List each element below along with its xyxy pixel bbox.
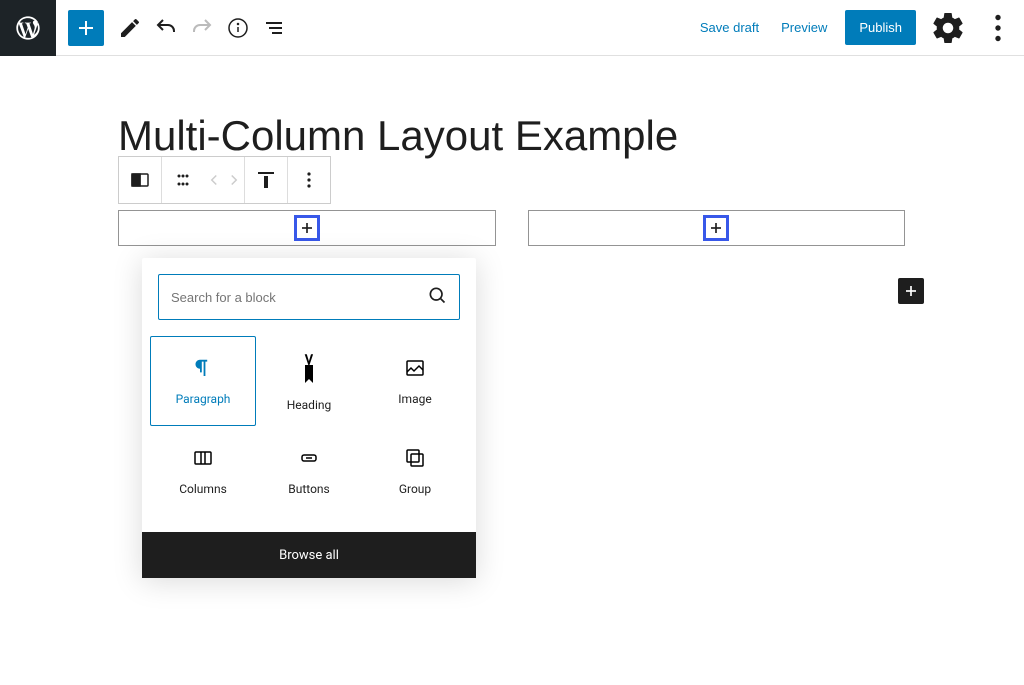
gear-icon — [930, 10, 966, 46]
group-icon — [403, 446, 427, 470]
more-vertical-icon — [297, 168, 321, 192]
block-option-heading[interactable]: Heading — [256, 336, 362, 426]
column-2-add-block[interactable] — [703, 215, 729, 241]
undo-icon — [154, 16, 178, 40]
image-icon — [403, 356, 427, 380]
info-button[interactable] — [220, 10, 256, 46]
column-2[interactable] — [528, 210, 906, 246]
list-view-button[interactable] — [256, 10, 292, 46]
toolbar-left-group — [56, 10, 292, 46]
buttons-icon — [297, 446, 321, 470]
block-option-columns[interactable]: Columns — [150, 426, 256, 516]
preview-button[interactable]: Preview — [777, 14, 831, 41]
plus-icon — [297, 218, 317, 238]
add-block-button[interactable] — [68, 10, 104, 46]
chevron-right-icon — [225, 171, 243, 189]
edit-mode-button[interactable] — [112, 10, 148, 46]
more-options-button[interactable] — [980, 10, 1016, 46]
save-draft-button[interactable]: Save draft — [696, 14, 763, 41]
plus-icon — [901, 281, 921, 301]
column-1-add-block[interactable] — [294, 215, 320, 241]
drag-handle-button[interactable] — [162, 157, 204, 203]
editor-canvas: Multi-Column Layout Example — [0, 56, 1024, 160]
block-appender[interactable] — [898, 278, 924, 304]
list-view-icon — [262, 16, 286, 40]
block-option-group[interactable]: Group — [362, 426, 468, 516]
plus-icon — [74, 16, 98, 40]
redo-icon — [190, 16, 214, 40]
bookmark-icon — [297, 362, 321, 386]
columns-icon — [191, 446, 215, 470]
block-option-image[interactable]: Image — [362, 336, 468, 426]
block-option-label: Buttons — [288, 482, 330, 496]
publish-button[interactable]: Publish — [845, 10, 916, 45]
block-option-label: Image — [398, 392, 431, 406]
block-option-label: Heading — [287, 398, 332, 412]
browse-all-button[interactable]: Browse all — [142, 532, 476, 578]
more-vertical-icon — [980, 10, 1016, 46]
move-down-button[interactable] — [224, 157, 244, 203]
move-up-button[interactable] — [204, 157, 224, 203]
block-search-wrap — [158, 274, 460, 320]
columns-icon — [128, 168, 152, 192]
chevron-left-icon — [205, 171, 223, 189]
editor-top-toolbar: Save draft Preview Publish — [0, 0, 1024, 56]
block-option-label: Columns — [179, 482, 227, 496]
block-toolbar — [118, 156, 331, 204]
block-options-button[interactable] — [288, 157, 330, 203]
plus-icon — [706, 218, 726, 238]
settings-button[interactable] — [930, 10, 966, 46]
wordpress-logo[interactable] — [0, 0, 56, 56]
redo-button[interactable] — [184, 10, 220, 46]
wordpress-icon — [14, 14, 42, 42]
align-icon — [254, 168, 278, 192]
block-option-label: Group — [399, 482, 431, 496]
columns-block[interactable] — [118, 210, 905, 246]
toolbar-right-group: Save draft Preview Publish — [696, 10, 1016, 46]
block-type-button[interactable] — [119, 157, 161, 203]
align-button[interactable] — [245, 157, 287, 203]
post-title[interactable]: Multi-Column Layout Example — [118, 112, 964, 160]
block-option-buttons[interactable]: Buttons — [256, 426, 362, 516]
block-option-label: Paragraph — [176, 392, 231, 406]
undo-button[interactable] — [148, 10, 184, 46]
column-1[interactable] — [118, 210, 496, 246]
paragraph-icon — [191, 356, 215, 380]
block-search-input[interactable] — [171, 290, 427, 305]
drag-icon — [171, 168, 195, 192]
block-option-paragraph[interactable]: Paragraph — [150, 336, 256, 426]
block-inserter-popover: Paragraph Heading Image Columns Buttons … — [142, 258, 476, 578]
info-icon — [226, 16, 250, 40]
pencil-icon — [118, 16, 142, 40]
search-icon — [427, 285, 447, 309]
